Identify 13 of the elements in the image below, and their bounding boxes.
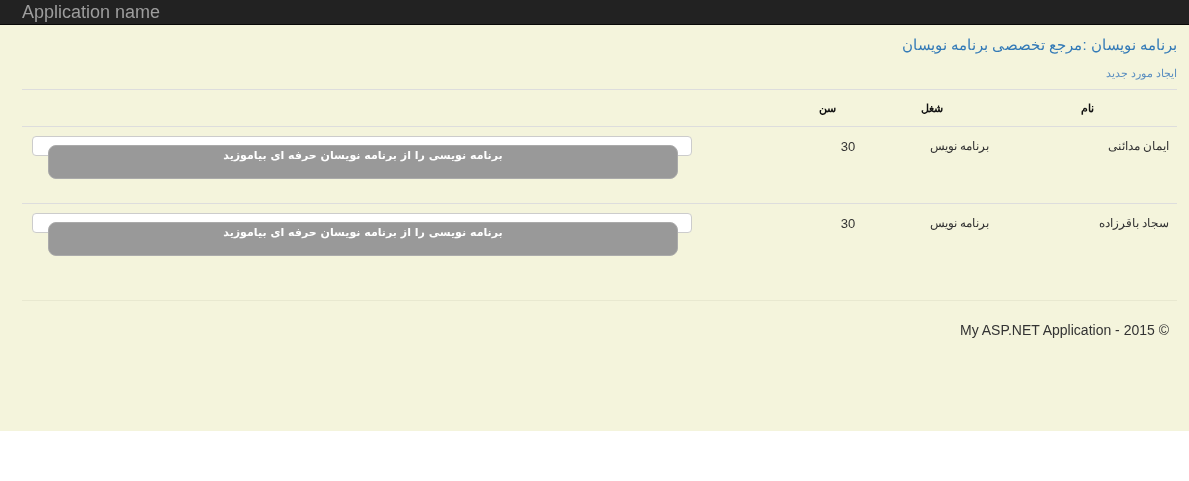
table-cell-text: سجاد باقرزاده xyxy=(1097,215,1170,230)
brand-link[interactable]: Application name xyxy=(22,2,161,24)
table-cell-text: برنامه نویس xyxy=(928,138,990,153)
column-header: نام xyxy=(1079,101,1095,115)
table-cell-text: برنامه نویس xyxy=(928,215,990,230)
column-header: شغل xyxy=(920,101,944,115)
table-cell-text: 30 xyxy=(839,215,857,231)
table-cell-text: 30 xyxy=(839,138,857,154)
page-title: برنامه نویسان :مرجع تخصصی برنامه نویسان xyxy=(901,35,1177,56)
footer-text: My ASP.NET Application - 2015 © xyxy=(958,321,1170,338)
column-header: سن xyxy=(817,101,837,115)
table-cell-text: ایمان مدائنی xyxy=(1106,138,1170,153)
create-link[interactable]: ایجاد مورد جدید xyxy=(1105,67,1177,80)
